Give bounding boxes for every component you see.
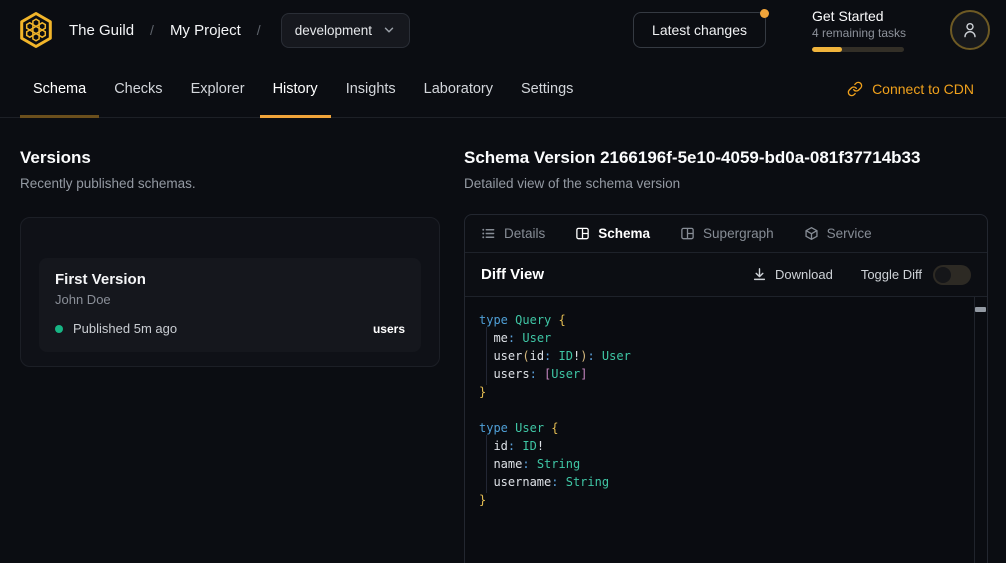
detail-tab-label: Service (827, 226, 872, 241)
code-line: } (479, 383, 959, 401)
download-icon (752, 267, 767, 282)
code-line: name: String (479, 455, 959, 473)
version-detail-subtitle: Detailed view of the schema version (464, 176, 988, 191)
code-line (479, 401, 959, 419)
user-avatar[interactable] (950, 10, 990, 50)
link-icon (847, 81, 863, 97)
detail-tabs: Details Schema Supergraph Service (465, 215, 987, 253)
download-button[interactable]: Download (752, 267, 833, 282)
versions-title: Versions (20, 148, 440, 168)
connect-to-cdn-label: Connect to CDN (872, 81, 974, 97)
toggle-diff-label: Toggle Diff (861, 267, 922, 282)
version-detail-panel: Schema Version 2166196f-5e10-4059-bd0a-0… (464, 118, 1006, 563)
schema-code-viewer: type Query { me: User user(id: ID!): Use… (465, 297, 987, 563)
breadcrumb-separator: / (257, 22, 261, 38)
nav-tab-insights[interactable]: Insights (333, 60, 409, 117)
nav-tab-history[interactable]: History (260, 60, 331, 117)
hive-logo-icon[interactable] (16, 10, 56, 50)
version-detail-box: Details Schema Supergraph Service Diff View… (464, 214, 988, 563)
schema-sdl: type Query { me: User user(id: ID!): Use… (479, 311, 959, 509)
detail-tab-label: Supergraph (703, 226, 774, 241)
connect-to-cdn-button[interactable]: Connect to CDN (847, 60, 974, 117)
diff-actions: Download Toggle Diff (752, 265, 971, 285)
code-line: users: [User] (479, 365, 959, 383)
list-icon (481, 226, 496, 241)
app-header: The Guild / My Project / development Lat… (0, 0, 1006, 60)
nav-tab-schema[interactable]: Schema (20, 60, 99, 117)
nav-tab-checks[interactable]: Checks (101, 60, 175, 117)
service-badge: users (373, 322, 405, 336)
version-list-item[interactable]: First Version John Doe Published 5m ago … (39, 258, 421, 352)
latest-changes-button[interactable]: Latest changes (633, 12, 766, 48)
get-started-widget[interactable]: Get Started 4 remaining tasks (812, 8, 904, 52)
code-line: id: ID! (479, 437, 959, 455)
get-started-subtitle: 4 remaining tasks (812, 26, 904, 40)
versions-subtitle: Recently published schemas. (20, 176, 440, 191)
version-name: First Version (55, 271, 405, 288)
toggle-diff-switch[interactable] (933, 265, 971, 285)
code-line: type Query { (479, 311, 959, 329)
code-line: username: String (479, 473, 959, 491)
detail-tab-schema[interactable]: Schema (575, 226, 650, 241)
get-started-title: Get Started (812, 8, 904, 24)
notification-dot (760, 9, 769, 18)
code-line: } (479, 491, 959, 509)
user-icon (960, 20, 980, 40)
breadcrumb-org[interactable]: The Guild (69, 22, 134, 39)
detail-tab-label: Details (504, 226, 545, 241)
nav-tab-explorer[interactable]: Explorer (178, 60, 258, 117)
nav-tab-settings[interactable]: Settings (508, 60, 586, 117)
get-started-progressbar (812, 47, 904, 52)
version-author: John Doe (55, 292, 405, 307)
columns-icon (680, 226, 695, 241)
main-nav: SchemaChecksExplorerHistoryInsightsLabor… (0, 60, 1006, 118)
toggle-knob (935, 267, 951, 283)
chevron-down-icon (382, 23, 396, 37)
diff-view-title: Diff View (481, 266, 544, 283)
detail-tab-service[interactable]: Service (804, 226, 872, 241)
diff-toolbar: Diff View Download Toggle Diff (465, 253, 987, 297)
breadcrumb-project[interactable]: My Project (170, 22, 241, 39)
code-line: type User { (479, 419, 959, 437)
version-status-row: Published 5m ago users (55, 321, 405, 336)
latest-changes-label: Latest changes (652, 22, 747, 38)
target-selector-value: development (295, 23, 372, 38)
published-status-dot (55, 325, 63, 333)
detail-tab-details[interactable]: Details (481, 226, 545, 241)
code-line: me: User (479, 329, 959, 347)
detail-tab-label: Schema (598, 226, 650, 241)
get-started-progress-fill (812, 47, 842, 52)
header-right: Latest changes Get Started 4 remaining t… (633, 8, 990, 52)
nav-tabs: SchemaChecksExplorerHistoryInsightsLabor… (20, 60, 586, 117)
download-label: Download (775, 267, 833, 282)
nav-tab-laboratory[interactable]: Laboratory (411, 60, 506, 117)
columns-icon (575, 226, 590, 241)
scrollbar-track[interactable] (974, 297, 987, 563)
code-line: user(id: ID!): User (479, 347, 959, 365)
detail-tab-supergraph[interactable]: Supergraph (680, 226, 774, 241)
version-status: Published 5m ago (73, 321, 177, 336)
versions-panel: Versions Recently published schemas. Fir… (0, 118, 464, 563)
main-content: Versions Recently published schemas. Fir… (0, 118, 1006, 563)
cube-icon (804, 226, 819, 241)
version-detail-title: Schema Version 2166196f-5e10-4059-bd0a-0… (464, 148, 988, 168)
versions-list-card: First Version John Doe Published 5m ago … (20, 217, 440, 367)
target-selector[interactable]: development (281, 13, 410, 48)
breadcrumb-separator: / (150, 22, 154, 38)
scrollbar-thumb[interactable] (975, 307, 986, 312)
